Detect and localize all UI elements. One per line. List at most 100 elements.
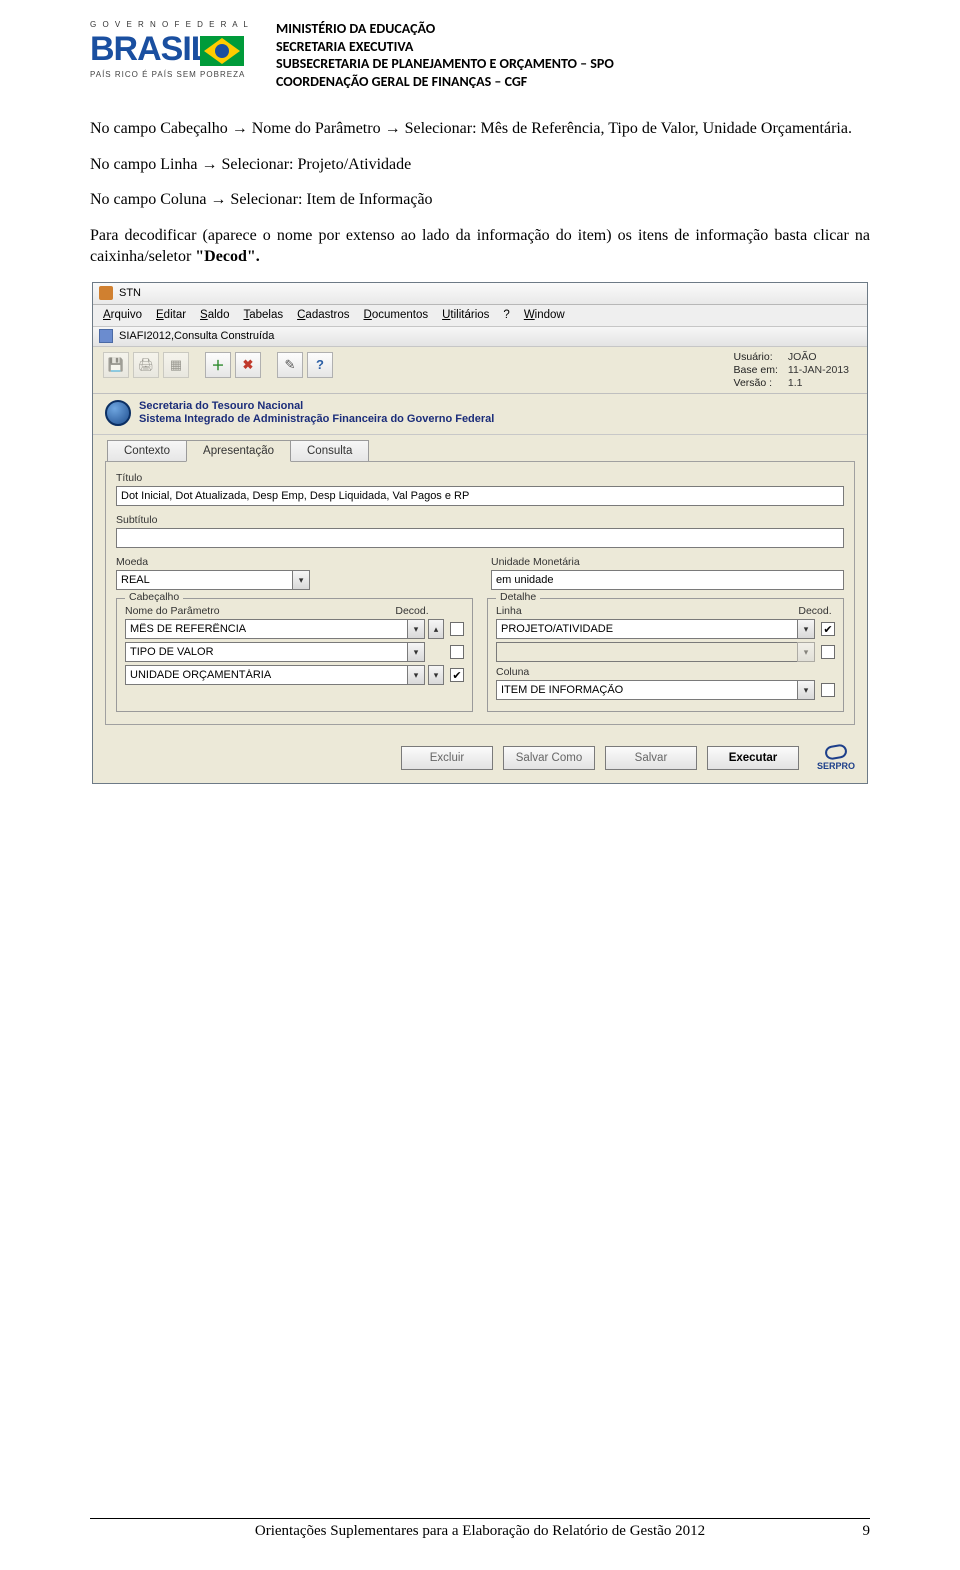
moeda-label: Moeda: [116, 556, 469, 568]
linha2-select: [496, 642, 797, 662]
subwindow-title: SIAFI2012,Consulta Construída: [119, 330, 274, 342]
delete-icon[interactable]: ✖: [235, 352, 261, 378]
serpro-icon: [824, 744, 848, 762]
cabecalho-legend: Cabeçalho: [125, 591, 183, 603]
paragraph: No campo Coluna → Selecionar: Item de In…: [90, 189, 870, 211]
linha-label: Linha: [496, 605, 522, 617]
dropdown-icon[interactable]: ▾: [407, 642, 425, 662]
banner-line2: Sistema Integrado de Administração Finan…: [139, 413, 494, 426]
decod-check-1[interactable]: [450, 622, 464, 636]
logo-word: BRASIL: [90, 30, 211, 69]
tabs: Contexto Apresentação Consulta: [93, 435, 867, 461]
user-label: Usuário:: [734, 351, 778, 363]
subwindow-titlebar: SIAFI2012,Consulta Construída: [93, 327, 867, 347]
add-icon[interactable]: ＋: [205, 352, 231, 378]
window-title: STN: [119, 287, 141, 299]
ministry-line: COORDENAÇÃO GERAL DE FINANÇAS – CGF: [276, 73, 614, 91]
tab-apresentacao[interactable]: Apresentação: [186, 440, 291, 462]
unid-mon-input[interactable]: [491, 570, 844, 590]
save-icon[interactable]: 💾: [103, 352, 129, 378]
version-label: Versão :: [734, 377, 778, 389]
decod-check-3[interactable]: ✔: [450, 668, 464, 682]
paragraph-bold: "Decod".: [195, 248, 259, 265]
menu-tabelas[interactable]: Tabelas: [243, 309, 283, 321]
paragraph: No campo Linha → Selecionar: Projeto/Ati…: [90, 154, 870, 176]
subwindow-icon: [99, 329, 113, 343]
session-info: Usuário: JOÃO Base em: 11-JAN-2013 Versã…: [734, 347, 867, 393]
detalhe-legend: Detalhe: [496, 591, 540, 603]
decod-check-coluna[interactable]: [821, 683, 835, 697]
dropdown-icon: ▾: [797, 642, 815, 662]
scroll-down-icon[interactable]: ▾: [428, 665, 444, 685]
help-icon[interactable]: ?: [307, 352, 333, 378]
base-value: 11-JAN-2013: [788, 364, 849, 376]
tab-contexto[interactable]: Contexto: [107, 440, 187, 461]
param2-select[interactable]: [125, 642, 407, 662]
coluna-label: Coluna: [496, 666, 835, 678]
base-label: Base em:: [734, 364, 778, 376]
globe-icon: [105, 400, 131, 426]
dropdown-icon[interactable]: ▾: [407, 665, 425, 685]
decod-check-linha[interactable]: ✔: [821, 622, 835, 636]
ministry-line: MINISTÉRIO DA EDUCAÇÃO: [276, 20, 614, 38]
subtitulo-label: Subtítulo: [116, 514, 844, 526]
logo-top-text: G O V E R N O F E D E R A L: [90, 20, 250, 29]
user-value: JOÃO: [788, 351, 849, 363]
menu-window[interactable]: Window: [524, 309, 565, 321]
decod-label: Decod.: [795, 605, 835, 617]
app-window-stn: STN Arquivo Editar Saldo Tabelas Cadastr…: [92, 282, 868, 784]
menubar: Arquivo Editar Saldo Tabelas Cadastros D…: [93, 305, 867, 327]
decod-label: Decod.: [392, 605, 432, 617]
menu-documentos[interactable]: Documentos: [364, 309, 429, 321]
decod-check-linha2[interactable]: [821, 645, 835, 659]
unid-mon-label: Unidade Monetária: [491, 556, 844, 568]
tab-consulta[interactable]: Consulta: [290, 440, 369, 461]
moeda-select[interactable]: [116, 570, 292, 590]
executar-button[interactable]: Executar: [707, 746, 799, 770]
paragraph: No campo Cabeçalho → Nome do Parâmetro →…: [90, 118, 870, 140]
param3-select[interactable]: [125, 665, 407, 685]
salvar-button[interactable]: Salvar: [605, 746, 697, 770]
dropdown-icon[interactable]: ▾: [407, 619, 425, 639]
subtitulo-input[interactable]: [116, 528, 844, 548]
fieldset-detalhe: Detalhe Linha Decod. ▾ ✔ ▾ Coluna: [487, 598, 844, 712]
menu-help[interactable]: ?: [503, 309, 509, 321]
window-titlebar: STN: [93, 283, 867, 305]
print-icon[interactable]: 🖨: [133, 352, 159, 378]
java-icon: [99, 286, 113, 300]
titulo-label: Título: [116, 472, 844, 484]
ministry-line: SUBSECRETARIA DE PLANEJAMENTO E ORÇAMENT…: [276, 55, 614, 73]
decod-check-2[interactable]: [450, 645, 464, 659]
toolbar: 💾 🖨 ▦ ＋ ✖ ✎ ? Usuário: JOÃO Base em: 11-…: [93, 347, 867, 394]
sheet-icon[interactable]: ▦: [163, 352, 189, 378]
param1-select[interactable]: [125, 619, 407, 639]
menu-cadastros[interactable]: Cadastros: [297, 309, 349, 321]
tab-panel-apresentacao: Título Subtítulo Moeda ▾ Unidade Monetár…: [105, 461, 855, 725]
dropdown-icon[interactable]: ▾: [292, 570, 310, 590]
dropdown-icon[interactable]: ▾: [797, 680, 815, 700]
menu-saldo[interactable]: Saldo: [200, 309, 229, 321]
menu-utilitarios[interactable]: Utilitários: [442, 309, 489, 321]
coluna-select[interactable]: [496, 680, 797, 700]
linha-select[interactable]: [496, 619, 797, 639]
scroll-up-icon[interactable]: ▴: [428, 619, 444, 639]
edit-icon[interactable]: ✎: [277, 352, 303, 378]
page-number: 9: [863, 1523, 871, 1540]
system-banner: Secretaria do Tesouro Nacional Sistema I…: [93, 394, 867, 435]
menu-arquivo[interactable]: Arquivo: [103, 309, 142, 321]
dropdown-icon[interactable]: ▾: [797, 619, 815, 639]
footer-text: Orientações Suplementares para a Elabora…: [255, 1523, 705, 1539]
page-footer: Orientações Suplementares para a Elabora…: [90, 1518, 870, 1540]
paragraph: Para decodificar (aparece o nome por ext…: [90, 225, 870, 268]
excluir-button[interactable]: Excluir: [401, 746, 493, 770]
nome-par-label: Nome do Parâmetro: [125, 605, 220, 617]
fieldset-cabecalho: Cabeçalho Nome do Parâmetro Decod. ▾ ▴ ▾: [116, 598, 473, 712]
salvar-como-button[interactable]: Salvar Como: [503, 746, 595, 770]
ministry-line: SECRETARIA EXECUTIVA: [276, 38, 614, 56]
brasil-logo: G O V E R N O F E D E R A L BRASIL PAÍS …: [90, 18, 260, 88]
serpro-text: SERPRO: [817, 761, 855, 771]
version-value: 1.1: [788, 377, 849, 389]
titulo-input[interactable]: [116, 486, 844, 506]
menu-editar[interactable]: Editar: [156, 309, 186, 321]
document-header: G O V E R N O F E D E R A L BRASIL PAÍS …: [90, 18, 870, 90]
